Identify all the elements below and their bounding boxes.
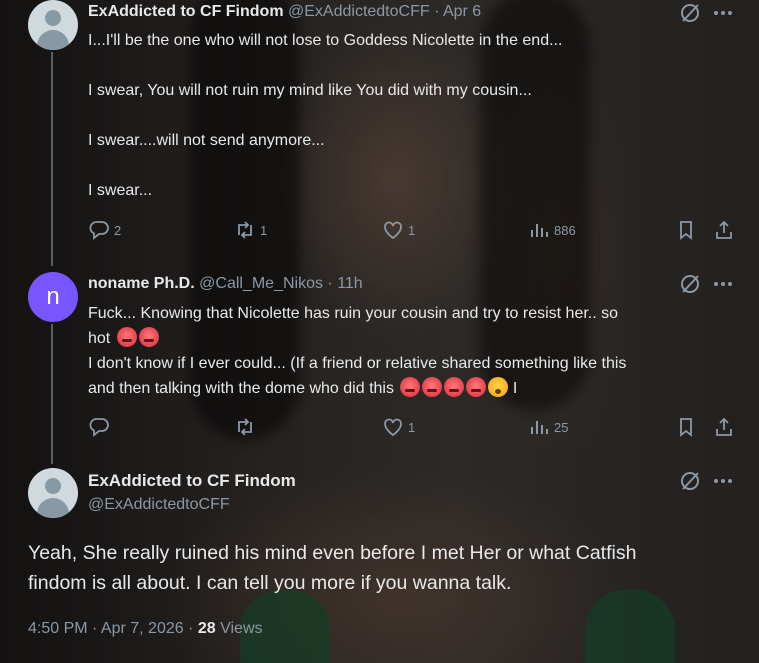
focused-handle[interactable]: @ExAddictedtoCFF <box>88 496 230 514</box>
views-count: 28 <box>197 620 216 637</box>
hot-face-icon <box>116 327 137 347</box>
reply-icon <box>89 418 109 437</box>
bookmark-icon[interactable] <box>675 219 697 241</box>
views-button[interactable]: 25 <box>528 416 568 438</box>
timestamp[interactable]: 4:50 PM · Apr 7, 2026 · <box>28 620 198 637</box>
reply-icon <box>89 221 109 240</box>
views-icon <box>531 224 548 237</box>
views-button[interactable]: 886 <box>528 219 576 241</box>
tweet-header: noname Ph.D. @Call_Me_Nikos · 11h <box>88 275 363 293</box>
tweet-line-text: and then talking with the dome who did t… <box>88 380 394 397</box>
grok-slash-icon[interactable] <box>679 470 701 492</box>
display-name[interactable]: ExAddicted to CF Findom <box>88 471 296 490</box>
tweet-line: hot <box>88 326 743 351</box>
like-count: 1 <box>408 222 416 238</box>
thread-line <box>51 324 53 464</box>
tweet-line: Yeah, She really ruined his mind even be… <box>28 542 637 564</box>
views-count: 25 <box>554 419 569 435</box>
more-icon[interactable] <box>712 470 734 492</box>
hot-face-icon <box>422 377 443 397</box>
like-button[interactable]: 1 <box>382 416 415 438</box>
reply-button[interactable]: 2 <box>88 219 121 241</box>
views-label: Views <box>215 620 263 637</box>
avatar-letter: n <box>46 283 60 310</box>
tweet-text: I...I'll be the one who will not lose to… <box>88 31 743 201</box>
more-icon[interactable] <box>712 273 734 295</box>
tweet-line: I swear... <box>88 182 153 199</box>
handle-time[interactable]: @Call_Me_Nikos · 11h <box>199 275 363 292</box>
repost-button[interactable]: 1 <box>234 219 267 241</box>
views-icon <box>531 421 548 434</box>
tweet-text: Fuck... Knowing that Nicolette has ruin … <box>88 301 743 401</box>
tweet-line: I swear....will not send anymore... <box>88 132 325 149</box>
like-icon <box>384 418 402 437</box>
reply-count: 2 <box>114 222 122 238</box>
tweet-line: Fuck... Knowing that Nicolette has ruin … <box>88 305 619 322</box>
tweet-meta: 4:50 PM · Apr 7, 2026 · 28 Views <box>28 620 263 638</box>
views-count: 886 <box>554 222 576 238</box>
repost-icon <box>238 418 252 436</box>
tweet-line-text: I <box>512 380 518 397</box>
hot-face-icon <box>138 327 159 347</box>
more-icon[interactable] <box>712 2 734 24</box>
tweet-line: I swear, You will not ruin my mind like … <box>88 82 532 99</box>
grok-slash-icon[interactable] <box>679 2 701 24</box>
tweet-header: ExAddicted to CF Findom @ExAddictedtoCFF… <box>88 3 481 21</box>
conversation-thread: ExAddicted to CF Findom @ExAddictedtoCFF… <box>0 0 759 663</box>
like-icon <box>384 221 402 240</box>
grok-slash-icon[interactable] <box>679 273 701 295</box>
tweet-line-text: hot <box>88 330 111 347</box>
avatar[interactable] <box>28 468 78 518</box>
repost-icon <box>238 221 252 239</box>
focused-display-name-row: ExAddicted to CF Findom <box>88 471 296 491</box>
share-icon[interactable] <box>713 416 735 438</box>
reply-button[interactable] <box>88 416 114 438</box>
display-name[interactable]: ExAddicted to CF Findom <box>88 3 284 20</box>
share-icon[interactable] <box>713 219 735 241</box>
hot-face-icon <box>444 377 465 397</box>
dizzy-face-icon <box>488 377 509 397</box>
handle-time[interactable]: @ExAddictedtoCFF · Apr 6 <box>288 3 481 20</box>
bookmark-icon[interactable] <box>675 416 697 438</box>
repost-button[interactable] <box>234 416 260 438</box>
like-button[interactable]: 1 <box>382 219 415 241</box>
tweet-line: and then talking with the dome who did t… <box>88 376 743 401</box>
display-name[interactable]: noname Ph.D. <box>88 275 195 292</box>
like-count: 1 <box>408 419 416 435</box>
tweet-line: findom is all about. I can tell you more… <box>28 572 512 594</box>
tweet-line: I don't know if I ever could... (If a fr… <box>88 355 627 372</box>
avatar[interactable]: n <box>28 272 78 322</box>
hot-face-icon <box>466 377 487 397</box>
tweet-line: I...I'll be the one who will not lose to… <box>88 32 563 49</box>
thread-line <box>51 52 53 266</box>
avatar[interactable] <box>28 0 78 50</box>
hot-face-icon <box>400 377 421 397</box>
focused-tweet-text: Yeah, She really ruined his mind even be… <box>28 538 728 598</box>
repost-count: 1 <box>260 222 268 238</box>
